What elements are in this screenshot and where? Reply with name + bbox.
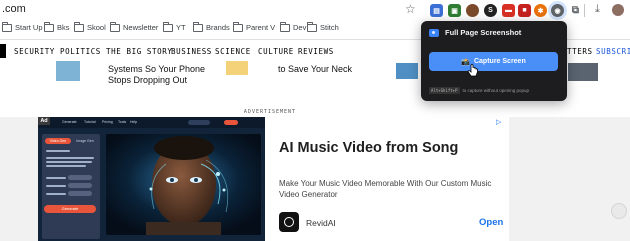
avatar-icon[interactable]: [466, 4, 479, 17]
camera-icon: ◉: [551, 4, 564, 17]
app-pill: [188, 120, 210, 125]
bookmark-start-up[interactable]: Start Up: [2, 21, 43, 32]
nav-security[interactable]: SECURITY: [14, 47, 55, 56]
puzzle-icon[interactable]: ⧉: [569, 4, 582, 17]
hand-cursor-icon: [467, 64, 478, 77]
folder-icon: [2, 21, 12, 32]
app-line: [46, 177, 66, 179]
ad-badge: Ad: [38, 117, 50, 125]
bookmark-dev[interactable]: Dev: [280, 21, 306, 32]
nav-newsletters[interactable]: TTERS: [567, 47, 593, 56]
app-nav-tools: Tools: [118, 120, 127, 124]
story-headline-2[interactable]: to Save Your Neck: [278, 64, 352, 75]
app-line: [46, 185, 66, 187]
app-pill: [68, 175, 92, 180]
ad-brand-name: RevidAI: [306, 218, 336, 228]
folder-icon: [74, 21, 84, 32]
orange-icon[interactable]: ✱: [534, 4, 547, 17]
folder-icon: [163, 21, 173, 32]
folder-icon: [233, 21, 243, 32]
toolbar-divider: [584, 4, 585, 17]
nav-culture[interactable]: CULTURE: [258, 47, 294, 56]
bookmark-yt[interactable]: YT: [163, 21, 186, 32]
popup-title: Full Page Screenshot: [445, 28, 522, 37]
story-thumbnail[interactable]: [56, 61, 80, 81]
app-nav-tutorial: Tutorial: [84, 120, 96, 124]
capture-screen-label: Capture Screen: [473, 58, 526, 65]
app-pill: [224, 120, 238, 125]
app-nav-generate: Generate: [62, 120, 77, 124]
ad-app-screenshot[interactable]: Generate Tutorial Pricing Tools Help Vid…: [38, 117, 265, 241]
nav-politics[interactable]: POLITICS: [60, 47, 101, 56]
nav-business[interactable]: BUSINESS: [171, 47, 212, 56]
shortcut-hint: Alt+Shift+P to capture without opening p…: [429, 87, 529, 94]
ad-description: Make Your Music Video Memorable With Our…: [279, 179, 492, 199]
app-pill: [68, 191, 92, 196]
folder-icon: [307, 21, 317, 32]
doc-icon[interactable]: ▤: [430, 4, 443, 17]
screenshot-extension-popup: Full Page Screenshot 📸 Capture Screen Al…: [421, 21, 567, 101]
app-line: [46, 165, 86, 167]
app-nav-help: Help: [130, 120, 138, 124]
nav-science[interactable]: SCIENCE: [215, 47, 251, 56]
story-thumbnail[interactable]: [396, 63, 418, 79]
app-line: [46, 150, 70, 152]
app-line: [46, 193, 66, 195]
bookmark-bks[interactable]: Bks: [44, 21, 70, 32]
nav-reviews[interactable]: REVIEWS: [298, 47, 334, 56]
app-tab-image: Image Gen: [76, 139, 94, 143]
frame-icon[interactable]: ▣: [448, 4, 461, 17]
nav-the-big-story[interactable]: THE BIG STORY: [106, 47, 173, 56]
address-bar-url[interactable]: .com: [2, 3, 26, 15]
folder-icon: [110, 21, 120, 32]
app-video-preview: [106, 134, 261, 235]
app-pill: [68, 183, 92, 188]
story-headline-1[interactable]: Systems So Your Phone Stops Dropping Out: [108, 64, 205, 86]
bookmark-stitch[interactable]: Stitch: [307, 21, 339, 32]
capture-screen-button[interactable]: 📸 Capture Screen: [429, 52, 558, 71]
red-square-icon[interactable]: ■: [518, 4, 531, 17]
shortcut-hint-text: to capture without opening popup: [462, 88, 530, 93]
red-icon[interactable]: ▬: [502, 4, 515, 17]
download-icon[interactable]: ⤓: [595, 3, 600, 16]
app-line: [46, 161, 92, 163]
adchoices-icon[interactable]: ▷: [496, 118, 501, 126]
profile-avatar[interactable]: [612, 4, 624, 16]
popup-header: Full Page Screenshot: [429, 28, 521, 37]
revid-logo-icon: [279, 212, 299, 232]
folder-icon: [44, 21, 54, 32]
bookmark-parent-v[interactable]: Parent V: [233, 21, 275, 32]
site-logo[interactable]: [0, 44, 6, 58]
app-generate-button: Generate: [44, 205, 96, 213]
story-thumbnail[interactable]: [226, 61, 248, 75]
story-thumbnail[interactable]: [568, 63, 598, 81]
bookmark-star-icon[interactable]: ☆: [405, 2, 416, 16]
bookmark-newsletter[interactable]: Newsletter: [110, 21, 158, 32]
camera-icon: [429, 28, 439, 37]
app-tab-video: Video Gen: [45, 138, 71, 144]
address-bar-row: .com ☆ ▤ ▣ S ▬ ■ ✱ ◉ ⧉ ⤓: [0, 0, 630, 21]
s-icon[interactable]: S: [484, 4, 497, 17]
ad-title[interactable]: AI Music Video from Song: [279, 140, 458, 156]
folder-icon: [280, 21, 290, 32]
bookmark-skool[interactable]: Skool: [74, 21, 106, 32]
folder-icon: [193, 21, 203, 32]
advertisement-label: ADVERTISEMENT: [243, 109, 297, 115]
app-line: [46, 157, 94, 159]
shortcut-key: Alt+Shift+P: [429, 87, 460, 94]
ad-open-button[interactable]: Open: [479, 217, 503, 228]
floating-circle-button[interactable]: [611, 203, 627, 219]
bookmark-brands[interactable]: Brands: [193, 21, 230, 32]
ai-face-image: [106, 134, 261, 235]
app-nav-pricing: Pricing: [102, 120, 113, 124]
nav-subscribe[interactable]: SUBSCRIB: [596, 47, 630, 56]
